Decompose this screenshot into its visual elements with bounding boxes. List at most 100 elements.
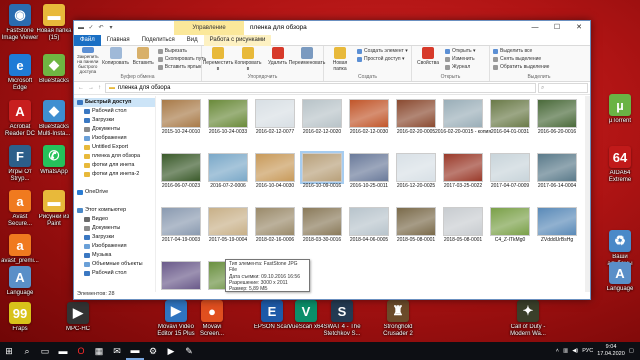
nav-item[interactable]: фотки для инета	[74, 161, 155, 170]
file-thumbnail[interactable]: 2017-06-14-0004	[534, 153, 580, 189]
tab-file[interactable]: Файл	[74, 34, 101, 46]
store-task-button[interactable]: ▦	[90, 342, 108, 360]
pictures-folder-shortcut[interactable]: ▬ Рисунки из Paint	[34, 190, 74, 228]
file-thumbnail[interactable]: 2016-06-20-0016	[534, 99, 580, 135]
tab-home[interactable]: Главная	[101, 35, 136, 46]
file-thumbnail[interactable]: 2017-04-19-0003	[158, 207, 204, 243]
mail-task-button[interactable]: ✉	[108, 342, 126, 360]
movavi-screen-shortcut[interactable]: ● Movavi Screen...	[192, 300, 232, 338]
nav-item[interactable]: OneDrive	[74, 188, 155, 197]
settings-task-button[interactable]: ⚙	[144, 342, 162, 360]
file-thumbnail[interactable]: 2016-02-20-0015 - копия	[435, 99, 491, 135]
utorrent-shortcut[interactable]: µ µTorrent	[600, 94, 640, 125]
fraps-shortcut[interactable]: 99 Fraps	[0, 302, 40, 333]
explorer-active-button[interactable]: ▬	[126, 342, 144, 360]
nav-item[interactable]: пленка для обзора	[74, 152, 155, 161]
move-to-button[interactable]: Переместить в	[203, 47, 233, 74]
language-shortcut[interactable]: A Language	[0, 266, 40, 297]
tab-picture-tools[interactable]: Работа с рисунками	[203, 34, 272, 46]
new-folder-button[interactable]: Новая папка	[327, 47, 353, 74]
file-thumbnail[interactable]: 2017-04-07-0009	[487, 153, 533, 189]
bluestacks-multi-shortcut[interactable]: ◆ BlueStacks Multi-Insta...	[34, 100, 74, 138]
invert-selection-button[interactable]: Обратить выделение	[493, 64, 549, 71]
vuescan-shortcut[interactable]: V VueScan x64	[286, 300, 326, 331]
address-bar[interactable]: ▬ пленка для обзора	[105, 83, 536, 93]
clock[interactable]: 9:04 17.04.2020	[597, 344, 625, 358]
nav-item[interactable]: Документы	[74, 224, 155, 233]
language-right-shortcut[interactable]: A Language	[600, 262, 640, 293]
file-thumbnail[interactable]: ZVdddUrBsHg	[534, 207, 580, 243]
explorer-task-button[interactable]: ▬	[54, 342, 72, 360]
file-thumbnail[interactable]: 2016-07-2-0006	[205, 153, 251, 189]
file-thumbnail[interactable]: 2018-03-30-0016	[299, 207, 345, 243]
undo-icon[interactable]: ↶	[97, 24, 105, 32]
nav-item[interactable]: Рабочий стол	[74, 269, 155, 278]
movavi-editor-shortcut[interactable]: ▶ Movavi Video Editor 15 Plus	[156, 300, 196, 338]
nav-item[interactable]: Рабочий стол	[74, 107, 155, 116]
copy-button[interactable]: Копировать	[102, 47, 129, 74]
minimize-button[interactable]: —	[524, 21, 546, 35]
file-thumbnail[interactable]: 2018-05-08-0001	[440, 207, 486, 243]
file-thumbnail[interactable]: 2016-02-12-0077	[252, 99, 298, 135]
title-bar[interactable]: ▬ ✓ ↶ ▾ Управление пленка для обзора — ☐…	[74, 21, 590, 35]
select-none-button[interactable]: Снять выделение	[493, 56, 549, 63]
copy-path-button[interactable]: Скопировать путь	[157, 56, 206, 63]
file-thumbnail[interactable]: 2016-02-20-0005	[393, 99, 439, 135]
file-thumbnail[interactable]: 2016-10-09-0016	[299, 151, 345, 189]
file-thumbnail[interactable]: клопкин	[158, 261, 204, 292]
whatsapp-shortcut[interactable]: ✆ WhatsApp	[34, 145, 74, 176]
tray-arrow-icon[interactable]: ˄	[556, 348, 559, 354]
nav-item[interactable]: Изображения	[74, 134, 155, 143]
properties-button[interactable]: Свойства	[415, 47, 441, 74]
context-tab-manage[interactable]: Управление	[174, 21, 244, 35]
start-button[interactable]: ⊞	[0, 342, 18, 360]
dropdown-icon[interactable]: ▾	[107, 24, 115, 32]
cod-shortcut[interactable]: ✦ Call of Duty - Modern Wa...	[508, 300, 548, 338]
file-thumbnail[interactable]: 2015-10-24-0010	[158, 99, 204, 135]
notifications-icon[interactable]: ▢	[629, 348, 634, 354]
file-thumbnail[interactable]: 2017-03-25-0022	[440, 153, 486, 189]
nav-item[interactable]: Этот компьютер	[74, 206, 155, 215]
history-button[interactable]: Журнал	[445, 64, 476, 71]
nav-item[interactable]: Видео	[74, 215, 155, 224]
folder-icon[interactable]: ▬	[77, 24, 85, 32]
paste-button[interactable]: Вставить	[133, 47, 154, 74]
tool-task-button[interactable]: ✎	[180, 342, 198, 360]
nav-item[interactable]: Документы	[74, 125, 155, 134]
maximize-button[interactable]: ☐	[546, 21, 568, 35]
nav-item[interactable]: Untitled Export	[74, 143, 155, 152]
edit-button[interactable]: Изменить	[445, 56, 476, 63]
cut-button[interactable]: Вырезать	[157, 48, 206, 55]
pin-button[interactable]: Закрепить на панели быстрого доступа	[77, 47, 99, 74]
avast-premier-shortcut[interactable]: a avast_premi...	[0, 234, 40, 265]
tab-view[interactable]: Вид	[181, 35, 204, 46]
search-input[interactable]: ⌕	[538, 83, 588, 93]
nav-item[interactable]: Загрузки	[74, 233, 155, 242]
copy-to-button[interactable]: Копировать в	[235, 47, 261, 74]
new-folder-shortcut[interactable]: ▬ Новая папка (15)	[34, 4, 74, 42]
file-thumbnail[interactable]: 2016-02-12-0030	[346, 99, 392, 135]
file-thumbnail[interactable]: 2018-04-06-0005	[346, 207, 392, 243]
volume-icon[interactable]: ◀)	[572, 348, 578, 354]
file-thumbnail[interactable]: 2016-12-20-0025	[393, 153, 439, 189]
mpc-hc-shortcut[interactable]: ▶ MPC-HC	[58, 302, 98, 333]
nav-item[interactable]: Музыка	[74, 251, 155, 260]
tab-share[interactable]: Поделиться	[136, 35, 181, 46]
file-thumbnail[interactable]: 2016-06-07-0023	[158, 153, 204, 189]
file-thumbnail[interactable]: 2016-10-25-0011	[346, 153, 392, 189]
media-task-button[interactable]: ▶	[162, 342, 180, 360]
nav-item[interactable]: Быстрый доступ	[74, 98, 155, 107]
file-thumbnail[interactable]: 2018-02-16-0006	[252, 207, 298, 243]
task-view-button[interactable]: ▭	[36, 342, 54, 360]
stronghold-shortcut[interactable]: ♜ Stronghold Crusader 2	[378, 300, 418, 338]
nav-item[interactable]: Загрузки	[74, 116, 155, 125]
search-button[interactable]: ⌕	[18, 342, 36, 360]
file-thumbnail[interactable]: C4_Z-ITkMg0	[487, 207, 533, 243]
up-icon[interactable]: ↑	[98, 85, 101, 91]
file-thumbnail[interactable]: 2018-05-08-0001	[393, 207, 439, 243]
file-thumbnail[interactable]: 2016-02-12-0020	[299, 99, 345, 135]
file-thumbnail[interactable]: 2016-10-24-0033	[205, 99, 251, 135]
save-icon[interactable]: ✓	[87, 24, 95, 32]
network-icon[interactable]: ▥	[563, 348, 568, 354]
new-item-button[interactable]: Создать элемент ▾	[357, 48, 408, 55]
